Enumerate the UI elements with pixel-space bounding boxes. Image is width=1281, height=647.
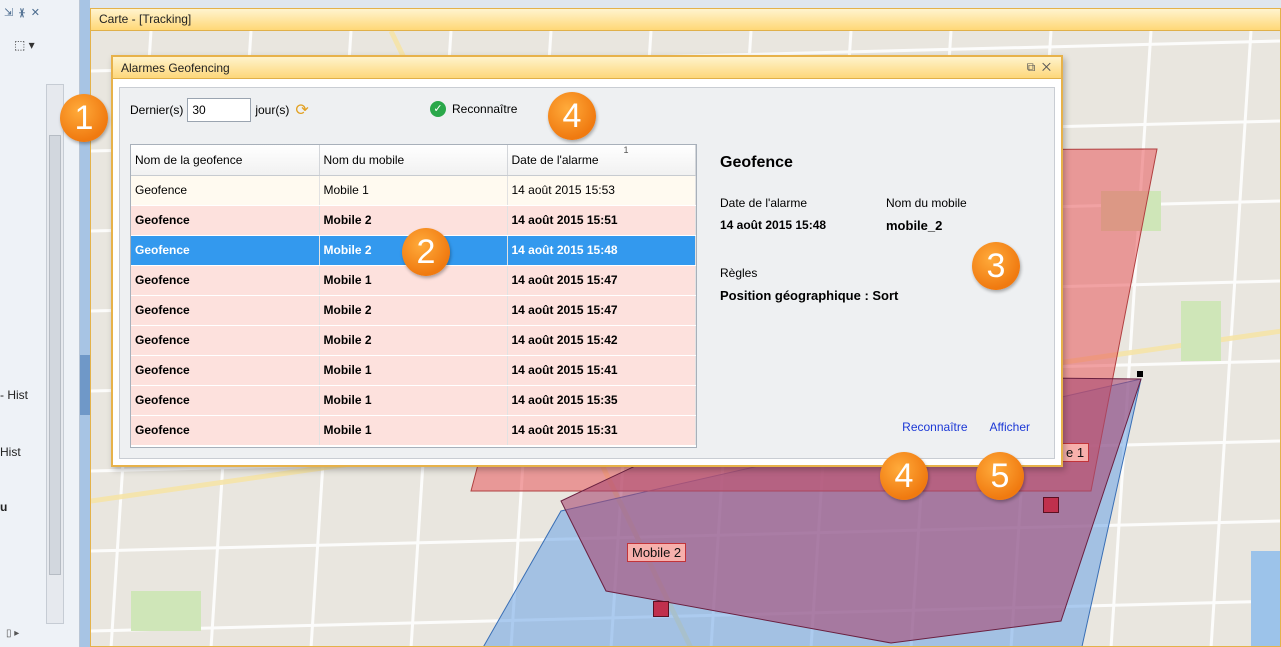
panel-item-label-1[interactable]: - Hist [0,388,28,402]
cell-mobile: Mobile 1 [319,415,508,446]
cell-geofence: Geofence [131,325,320,356]
refresh-icon[interactable]: ⟳ [295,100,308,120]
cell-date: 14 août 2015 15:48 [507,235,696,266]
column-header-date-label: Date de l'alarme [511,152,599,167]
callout-3: 3 [972,242,1020,290]
acknowledge-link[interactable]: Reconnaître [902,420,967,434]
dialog-title: Alarmes Geofencing [121,61,230,75]
mobile-name-value: mobile_2 [886,218,943,233]
left-dock-panel: ⇲ᚕ✕ ⬚ ▾ - Hist Hist u ▯ ▸ [0,0,80,647]
table-row[interactable]: Geofence Mobile 1 14 août 2015 15:31 [131,415,696,446]
table-row[interactable]: Geofence Mobile 1 14 août 2015 15:41 [131,355,696,386]
alarms-table[interactable]: Nom de la geofence Nom du mobile Date de… [130,144,697,448]
vertical-scrollbar[interactable] [46,84,64,624]
close-icon[interactable]: ✕ [31,7,46,19]
details-heading: Geofence [720,154,793,171]
acknowledge-toolbar-button[interactable]: ✓ Reconnaître [430,101,517,117]
cell-date: 14 août 2015 15:47 [507,265,696,296]
table-header-row: Nom de la geofence Nom du mobile Date de… [131,145,696,176]
cell-date: 14 août 2015 15:53 [507,175,696,206]
callout-4-bottom: 4 [880,452,928,500]
cell-date: 14 août 2015 15:41 [507,355,696,386]
alarm-date-field: Date de l'alarme 14 août 2015 15:48 [720,196,826,232]
alarm-date-value: 14 août 2015 15:48 [720,218,827,232]
panel-item-label-3[interactable]: u [0,500,7,514]
acknowledge-toolbar-label: Reconnaître [452,102,518,116]
cell-geofence: Geofence [131,235,320,266]
dock-toolbar: ⇲ᚕ✕ [4,6,46,19]
cell-date: 14 août 2015 15:31 [507,415,696,446]
callout-4-top: 4 [548,92,596,140]
table-row[interactable]: Geofence Mobile 2 14 août 2015 15:42 [131,325,696,356]
cell-date: 14 août 2015 15:42 [507,325,696,356]
column-header-geofence[interactable]: Nom de la geofence [131,145,320,176]
filter-prefix-label: Dernier(s) [130,103,184,117]
callout-2: 2 [402,228,450,276]
map-window-title: Carte - [Tracking] [91,9,1280,31]
dialog-body: Dernier(s) jour(s) ⟳ ✓ Reconnaître Nom d… [119,87,1055,459]
show-link[interactable]: Afficher [990,420,1030,434]
map-label-mobile-1[interactable]: e 1 [1061,443,1090,462]
sort-indicator-icon: 1 [623,145,629,155]
panel-item-label-2[interactable]: Hist [0,445,21,459]
float-icon[interactable]: ᚕ [19,7,30,19]
restore-icon[interactable]: ⧉ [1027,60,1036,74]
cell-mobile: Mobile 2 [319,295,508,326]
cell-geofence: Geofence [131,205,320,236]
column-header-mobile[interactable]: Nom du mobile [319,145,508,176]
rules-value: Position géographique : Sort [720,288,899,303]
mobile-name-field: Nom du mobile mobile_2 [886,196,967,233]
scroll-right-icon[interactable]: ▯ ▸ [6,628,19,639]
details-actions: Reconnaître Afficher [902,420,1030,434]
close-icon[interactable]: ✕ [1042,60,1051,74]
cell-date: 14 août 2015 15:35 [507,385,696,416]
cell-geofence: Geofence [131,295,320,326]
callout-1: 1 [60,94,108,142]
selection-tool-button[interactable]: ⬚ ▾ [14,38,35,52]
cell-geofence: Geofence [131,385,320,416]
dialog-title-bar[interactable]: Alarmes Geofencing ⧉ ✕ [113,57,1061,79]
filter-suffix-label: jour(s) [255,103,290,117]
cell-geofence: Geofence [131,265,320,296]
cell-date: 14 août 2015 15:51 [507,205,696,236]
cell-geofence: Geofence [131,415,320,446]
cell-mobile: Mobile 1 [319,355,508,386]
cell-geofence: Geofence [131,175,320,206]
cell-mobile: Mobile 2 [319,325,508,356]
rules-label: Règles [720,266,758,280]
rules-field: Règles Position géographique : Sort [720,266,898,303]
callout-5: 5 [976,452,1024,500]
cell-date: 14 août 2015 15:47 [507,295,696,326]
pin-icon[interactable]: ⇲ [4,7,19,19]
map-label-mobile-2[interactable]: Mobile 2 [627,543,687,562]
cell-geofence: Geofence [131,355,320,386]
column-header-date[interactable]: Date de l'alarme 1 [507,145,696,176]
table-row[interactable]: Geofence Mobile 1 14 août 2015 15:53 [131,175,696,206]
check-icon: ✓ [430,101,446,117]
mobile-2-marker[interactable] [653,601,669,617]
table-row[interactable]: Geofence Mobile 2 14 août 2015 15:47 [131,295,696,326]
days-input[interactable] [187,98,252,122]
cell-mobile: Mobile 1 [319,385,508,416]
table-row[interactable]: Geofence Mobile 1 14 août 2015 15:35 [131,385,696,416]
mobile-1-marker[interactable] [1043,497,1059,513]
cell-mobile: Mobile 1 [319,175,508,206]
alarm-date-label: Date de l'alarme [720,196,807,210]
scrollbar-thumb[interactable] [49,135,61,575]
filter-toolbar: Dernier(s) jour(s) ⟳ [130,98,309,122]
mobile-name-label: Nom du mobile [886,196,967,210]
